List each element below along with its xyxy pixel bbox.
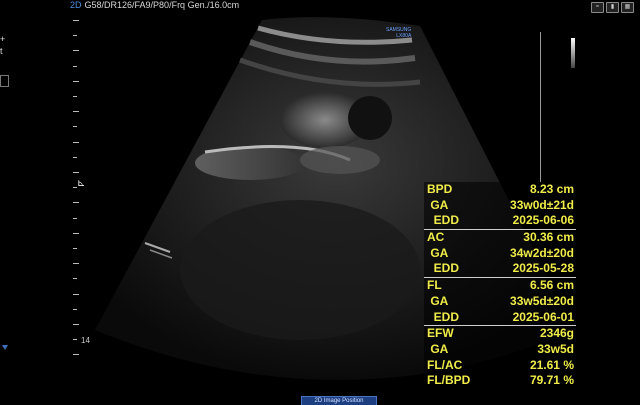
measurement-row: FL 6.56 cm — [424, 277, 576, 294]
depth-tick — [73, 232, 79, 234]
triangle-marker-icon — [2, 345, 8, 350]
depth-tick — [73, 293, 79, 295]
shadow-area — [180, 200, 420, 340]
measurement-row: EDD 2025-06-06 — [424, 213, 576, 229]
depth-tick — [73, 50, 79, 52]
depth-tick — [73, 96, 77, 97]
measurement-value: 30.36 cm — [523, 230, 574, 245]
depth-tick — [73, 202, 79, 204]
measurement-row: GA 33w0d±21d — [424, 198, 576, 214]
wifi-icon: ≈ — [591, 2, 604, 13]
measurement-row: GA 33w5d — [424, 342, 576, 358]
focus-cursor-icon[interactable]: ⊾ — [77, 178, 85, 189]
left-toggle-box[interactable] — [0, 75, 9, 87]
measurement-label: FL/BPD — [427, 373, 471, 388]
measurement-value: 34w2d±20d — [510, 245, 574, 260]
depth-tick — [73, 324, 79, 325]
measurement-value: 33w5d — [537, 341, 574, 356]
depth-tick — [73, 65, 77, 67]
measurement-row: FL/AC 21.61 % — [424, 358, 576, 374]
measurement-label: AC — [427, 230, 445, 245]
fluid-pocket — [348, 96, 392, 140]
measurement-row: FL/BPD 79.71 % — [424, 373, 576, 389]
depth-tick — [73, 111, 79, 113]
measurement-label: GA — [427, 293, 449, 308]
measurement-row: EDD 2025-05-28 — [424, 261, 576, 277]
measurement-value: 2025-06-01 — [512, 309, 574, 324]
mode-label: 2D — [70, 0, 82, 10]
measurement-value: 33w5d±20d — [510, 293, 574, 308]
depth-scale — [73, 20, 83, 370]
depth-tick — [73, 217, 77, 219]
brand-logo: SAMSUNG LX80A — [386, 27, 411, 39]
measurement-row: EFW 2346g — [424, 325, 576, 342]
network-icon: ▦ — [621, 2, 634, 13]
depth-tick — [73, 35, 77, 37]
measurement-row: EDD 2025-06-01 — [424, 310, 576, 326]
focus-line — [540, 32, 541, 182]
parameter-string: G58/DR126/FA9/P80/Frq Gen./16.0cm — [84, 0, 240, 10]
depth-tick — [73, 156, 77, 158]
image-position-tab[interactable]: 2D Image Position — [301, 396, 377, 405]
gray-scale-bar — [571, 38, 575, 68]
brand-line2: LX80A — [396, 33, 412, 39]
depth-tick — [73, 172, 79, 173]
depth-tick — [73, 141, 79, 143]
measurement-label: GA — [427, 245, 449, 260]
measurement-value: 8.23 cm — [529, 182, 574, 196]
measurement-value: 6.56 cm — [529, 278, 574, 293]
scan-parameters: 2D G58/DR126/FA9/P80/Frq Gen./16.0cm — [70, 0, 239, 12]
depth-tick — [73, 126, 77, 128]
measurement-label: EDD — [427, 213, 460, 228]
depth-tick — [73, 354, 79, 356]
measurement-label: GA — [427, 341, 449, 356]
measurement-label: EFW — [427, 326, 454, 341]
measurement-row: AC 30.36 cm — [424, 229, 576, 246]
measurement-label: FL — [427, 278, 442, 293]
depth-tick — [73, 339, 77, 341]
measurement-label: FL/AC — [427, 357, 463, 372]
tissue-blob — [300, 146, 380, 174]
measurement-label: EDD — [427, 309, 460, 324]
t-label: t — [0, 46, 3, 56]
measurement-panel: BPD 8.23 cm GA 33w0d±21d EDD 2025-06-06 AC 30… — [424, 182, 576, 389]
ultrasound-screen: 2D G58/DR126/FA9/P80/Frq Gen./16.0cm ≈ ▮ … — [0, 0, 640, 405]
measurement-value: 2025-06-06 — [512, 213, 574, 228]
depth-tick — [73, 20, 79, 21]
depth-label: 14 — [81, 336, 90, 345]
depth-tick — [73, 248, 77, 249]
measurement-value: 2025-05-28 — [512, 261, 574, 276]
plus-control[interactable]: + — [0, 34, 5, 44]
measurement-label: BPD — [427, 182, 453, 196]
depth-tick — [73, 80, 79, 82]
measurement-value: 79.71 % — [529, 373, 574, 388]
measurement-value: 33w0d±21d — [510, 197, 574, 212]
depth-tick — [73, 278, 77, 280]
status-icons: ≈ ▮ ▦ — [591, 2, 634, 13]
depth-tick — [73, 263, 79, 265]
measurement-value: 2346g — [539, 326, 574, 341]
measurement-label: GA — [427, 197, 449, 212]
measurement-row: GA 33w5d±20d — [424, 294, 576, 310]
measurement-row: GA 34w2d±20d — [424, 246, 576, 262]
depth-tick — [73, 308, 77, 310]
measurement-label: EDD — [427, 261, 460, 276]
measurement-row: BPD 8.23 cm — [424, 182, 576, 198]
measurement-value: 21.61 % — [529, 357, 574, 372]
battery-icon: ▮ — [606, 2, 619, 13]
